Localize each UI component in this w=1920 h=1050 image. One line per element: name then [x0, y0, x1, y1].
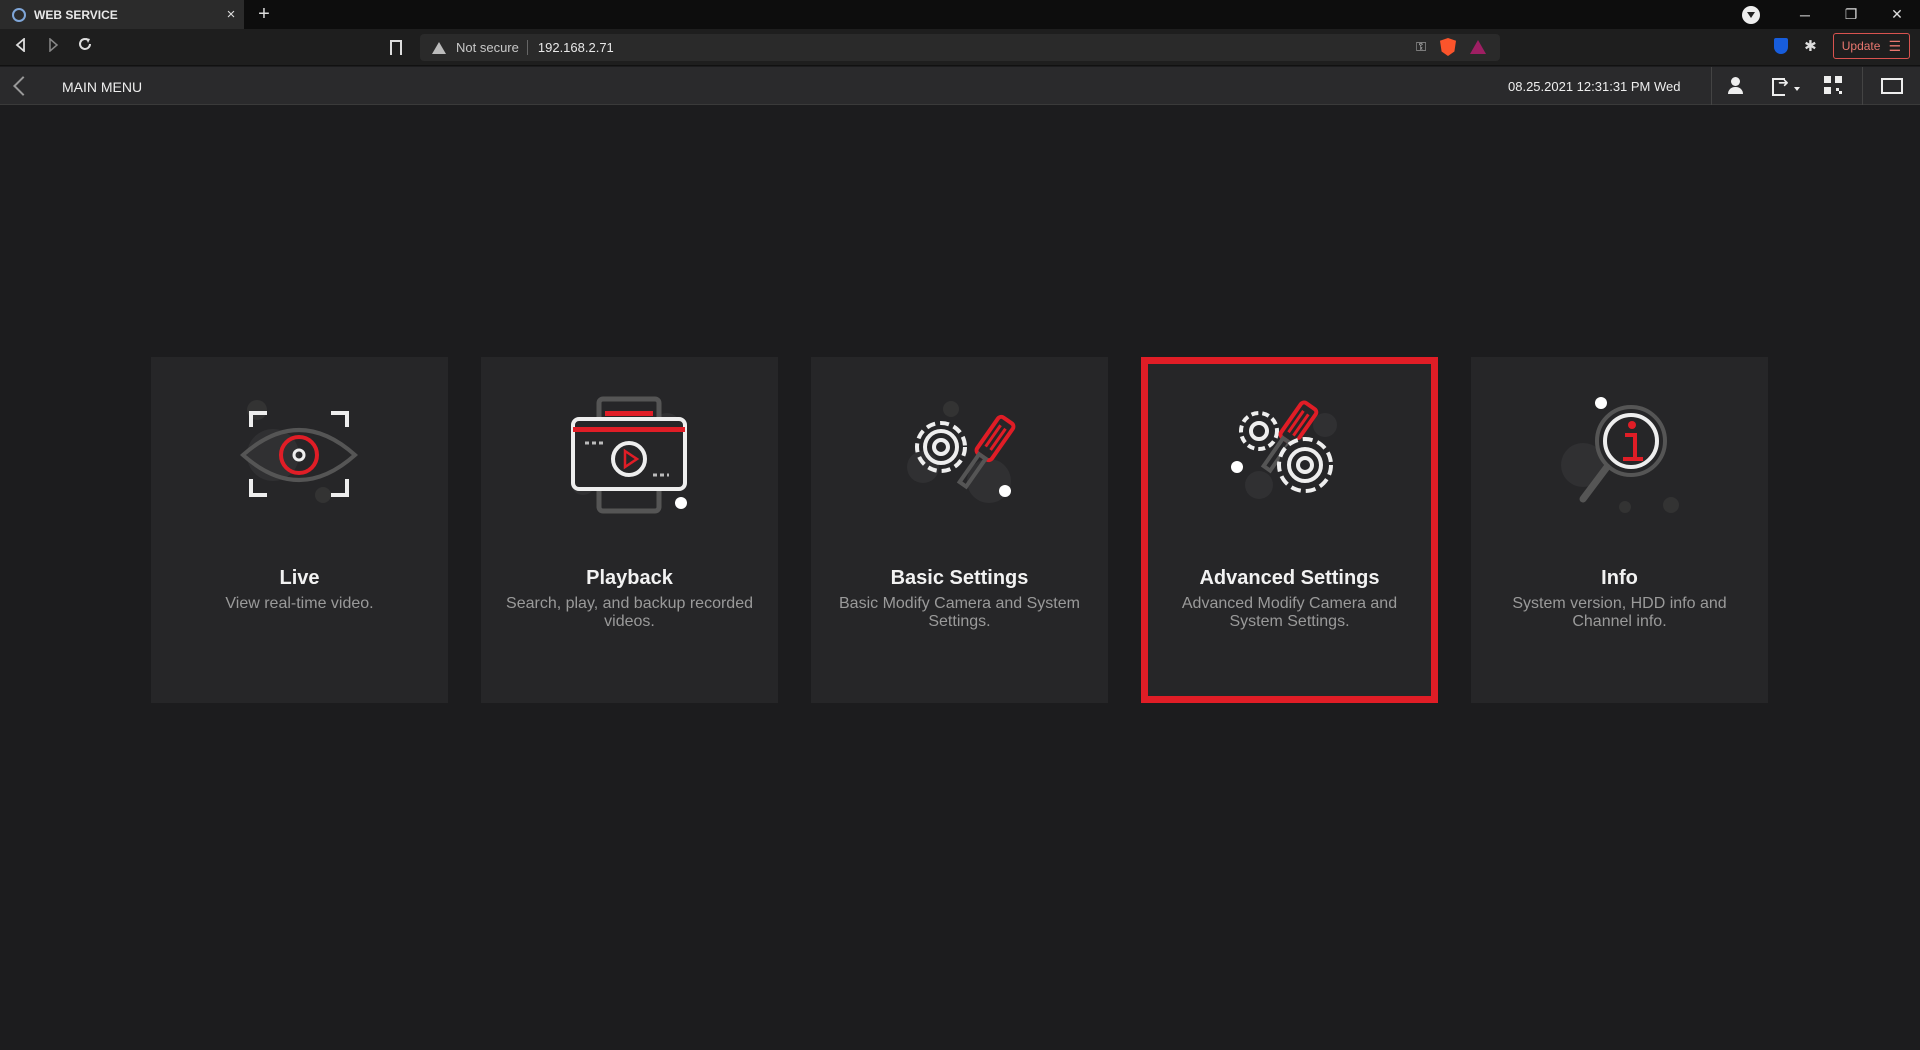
card-info[interactable]: Info System version, HDD info and Channe…: [1471, 357, 1768, 703]
datetime-display: 08.25.2021 12:31:31 PM Wed: [1508, 79, 1681, 94]
extension-area: ✱ Update ☰: [1774, 33, 1910, 59]
gear-screwdriver-icon: [907, 401, 1016, 503]
browser-tab[interactable]: WEB SERVICE ×: [0, 0, 244, 29]
browser-profile-icon[interactable]: [1742, 5, 1760, 24]
minimize-button[interactable]: ─: [1782, 7, 1828, 23]
favicon-icon: [12, 7, 26, 22]
chevron-down-icon[interactable]: [1794, 87, 1800, 91]
card-description: View real-time video.: [225, 595, 374, 612]
main-menu-cards: Live View real-time video. Playback Sear…: [151, 357, 1801, 703]
qr-code-icon[interactable]: [1824, 76, 1846, 96]
warning-icon: [432, 41, 446, 54]
bookmark-icon[interactable]: [390, 40, 402, 55]
card-title: Advanced Settings: [1199, 567, 1380, 589]
card-description: Advanced Modify Camera and System Settin…: [1181, 595, 1398, 630]
back-arrow-icon[interactable]: [10, 75, 30, 97]
info-magnifier-icon: [1561, 397, 1679, 513]
user-icon[interactable]: [1725, 76, 1747, 96]
window-controls: ─ ❐ ✕: [1742, 0, 1920, 29]
restore-button[interactable]: ❐: [1828, 6, 1874, 23]
update-label: Update: [1841, 39, 1881, 53]
bitwarden-icon[interactable]: [1774, 38, 1789, 54]
card-title: Playback: [586, 567, 673, 589]
update-button[interactable]: Update ☰: [1832, 33, 1910, 59]
card-title: Basic Settings: [890, 567, 1029, 589]
brave-rewards-icon[interactable]: [1470, 40, 1486, 54]
card-description: Search, play, and backup recorded videos…: [506, 595, 753, 630]
browser-tab-bar: WEB SERVICE × + ─ ❐ ✕: [0, 0, 1920, 29]
card-live[interactable]: Live View real-time video.: [151, 357, 448, 703]
tab-title: WEB SERVICE: [34, 7, 118, 22]
menu-icon: ☰: [1888, 37, 1901, 54]
back-icon[interactable]: [8, 35, 34, 61]
page-title: MAIN MENU: [62, 79, 143, 95]
card-description: Basic Modify Camera and System Settings.: [839, 595, 1080, 630]
security-label[interactable]: Not secure: [456, 40, 528, 55]
brave-shields-icon[interactable]: [1440, 38, 1456, 56]
tab-close-button[interactable]: ×: [218, 6, 244, 23]
card-description: System version, HDD info and Channel inf…: [1512, 595, 1727, 630]
logout-icon[interactable]: [1770, 75, 1792, 96]
key-icon[interactable]: ⚿: [1416, 39, 1426, 55]
monitor-icon[interactable]: [1880, 76, 1903, 96]
card-title: Info: [1601, 567, 1638, 589]
card-basic-settings[interactable]: Basic Settings Basic Modify Camera and S…: [811, 357, 1108, 703]
browser-toolbar: Not secure 192.168.2.71 ⚿ ✱ Update ☰: [0, 29, 1920, 66]
extensions-icon[interactable]: ✱: [1804, 37, 1817, 55]
forward-icon[interactable]: [40, 35, 66, 61]
new-tab-button[interactable]: +: [252, 3, 276, 27]
header-divider: [1711, 67, 1712, 105]
header-divider: [1862, 67, 1863, 105]
url-text[interactable]: 192.168.2.71: [538, 40, 614, 55]
gears-screwdriver-icon: [1231, 400, 1337, 499]
reload-icon[interactable]: [72, 35, 98, 61]
app-header: MAIN MENU 08.25.2021 12:31:31 PM Wed: [0, 67, 1920, 105]
address-bar[interactable]: Not secure 192.168.2.71 ⚿: [420, 34, 1500, 61]
close-window-button[interactable]: ✕: [1874, 6, 1920, 23]
film-playback-icon: [571, 396, 687, 514]
omnibox-actions: ⚿: [1416, 38, 1486, 56]
card-advanced-settings[interactable]: Advanced Settings Advanced Modify Camera…: [1141, 357, 1438, 703]
card-title: Live: [279, 567, 320, 589]
card-playback[interactable]: Playback Search, play, and backup record…: [481, 357, 778, 703]
eye-icon: [239, 400, 359, 503]
